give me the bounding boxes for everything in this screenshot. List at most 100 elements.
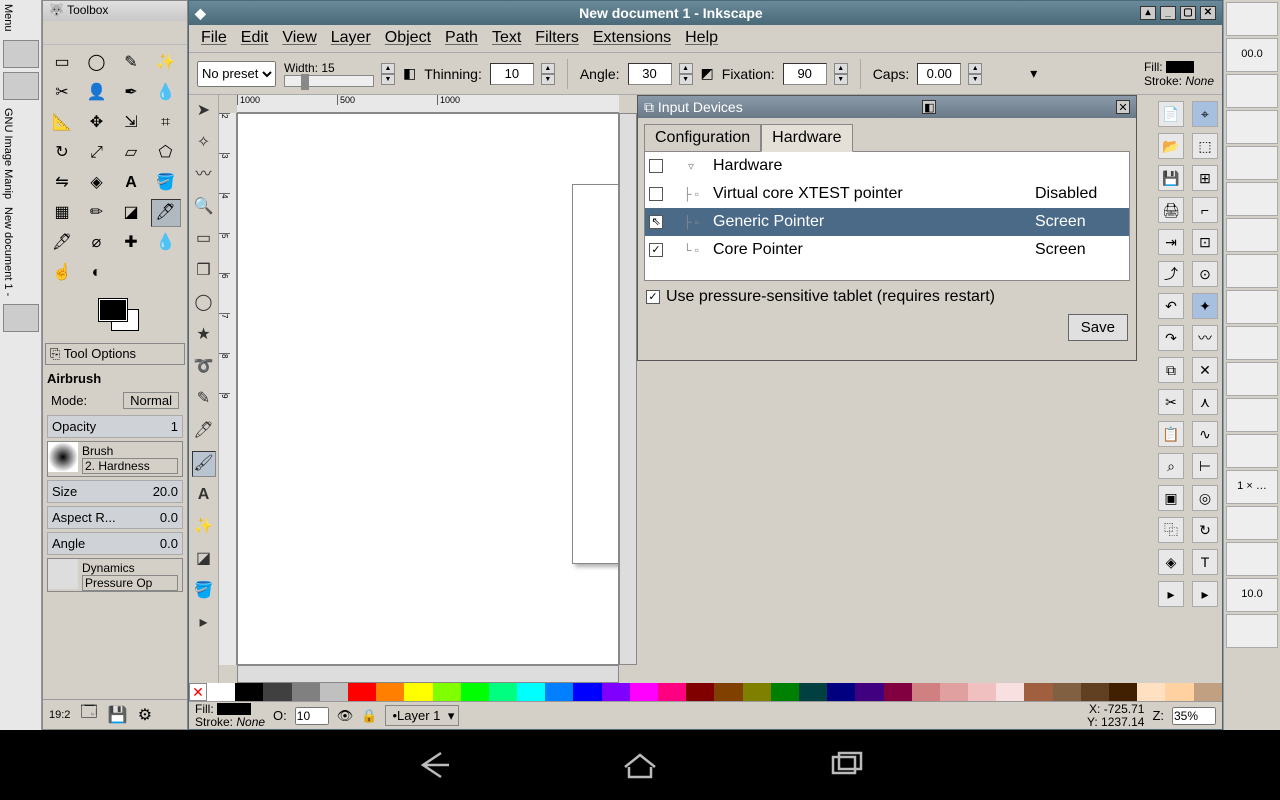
export-icon[interactable]: ⤴ — [1158, 261, 1184, 287]
snap-bbox-icon[interactable]: ⬚ — [1192, 133, 1218, 159]
rotate-tool[interactable]: ↻ — [47, 139, 77, 167]
shade-button[interactable]: ▴ — [1140, 6, 1156, 20]
snap-corner-icon[interactable]: ⌐ — [1192, 197, 1218, 223]
cage-tool[interactable]: ◈ — [82, 169, 112, 197]
spin-up-icon[interactable]: ▲ — [541, 63, 555, 74]
inkscape-titlebar[interactable]: ◆ New document 1 - Inkscape ▴ _ ▢ ✕ — [189, 1, 1222, 25]
calligraphy-tool[interactable]: 🖌 — [192, 451, 216, 477]
text-tool[interactable]: A — [192, 483, 216, 509]
expand-icon[interactable]: ▿ — [669, 159, 713, 173]
snap-smooth-icon[interactable]: ∿ — [1192, 421, 1218, 447]
close-button[interactable]: ✕ — [1200, 6, 1216, 20]
dock-cell[interactable] — [1226, 74, 1278, 108]
smudge-tool[interactable]: ☝ — [47, 259, 77, 287]
device-row-selected[interactable]: ⇖ ├ ▫ Generic Pointer Screen — [645, 208, 1129, 236]
thinning-input[interactable] — [490, 63, 534, 85]
mode-value[interactable]: Normal — [123, 392, 179, 409]
rect-tool[interactable]: ▭ — [192, 227, 216, 253]
canvas[interactable] — [237, 113, 619, 665]
angle-value[interactable] — [132, 536, 178, 551]
cut-icon[interactable]: ✂ — [1158, 389, 1184, 415]
undo-icon[interactable]: ↶ — [1158, 293, 1184, 319]
scroll-icon[interactable]: ▸ — [1158, 581, 1184, 607]
dock-cell[interactable] — [1226, 362, 1278, 396]
selector-tool[interactable]: ➤ — [192, 99, 216, 125]
dialog-titlebar[interactable]: ⧉ Input Devices ◧ ✕ — [638, 96, 1136, 118]
dock-cell[interactable] — [1226, 110, 1278, 144]
spiral-tool[interactable]: ➰ — [192, 355, 216, 381]
foreground-select-tool[interactable]: 👤 — [82, 79, 112, 107]
duplicate-icon[interactable]: ⿻ — [1158, 517, 1184, 543]
dock-cell[interactable] — [1226, 506, 1278, 540]
color-palette[interactable]: ✕ — [189, 683, 1222, 701]
spin-up-icon[interactable]: ▲ — [834, 63, 848, 74]
palette-swatch[interactable] — [404, 683, 432, 701]
tweak-tool[interactable]: 〰 — [192, 163, 216, 189]
toolbar-overflow-icon[interactable]: ▾ — [1030, 65, 1037, 82]
palette-swatch[interactable] — [1081, 683, 1109, 701]
menu-path[interactable]: Path — [445, 29, 478, 48]
dock-cell[interactable] — [1226, 182, 1278, 216]
mode-row[interactable]: Mode: Normal — [47, 389, 183, 412]
fuzzy-select-tool[interactable]: ✨ — [151, 49, 181, 77]
snap-mid-icon[interactable]: ⊡ — [1192, 229, 1218, 255]
open-icon[interactable]: 📂 — [1158, 133, 1184, 159]
pencil-tool[interactable]: ✎ — [192, 387, 216, 413]
minimize-button[interactable]: _ — [1160, 6, 1176, 20]
crop-tool[interactable]: ⌗ — [151, 109, 181, 137]
lock-icon[interactable]: 🔒 — [361, 708, 377, 724]
opacity-input[interactable] — [295, 707, 329, 725]
side-thumb[interactable] — [3, 304, 39, 332]
pressure-checkbox-row[interactable]: ✓ Use pressure-sensitive tablet (require… — [638, 282, 1136, 312]
scroll-icon[interactable]: ▸ — [1192, 581, 1218, 607]
perspective-tool[interactable]: ⬠ — [151, 139, 181, 167]
aspect-row[interactable]: Aspect R... — [47, 506, 183, 529]
dock-cell[interactable] — [1226, 146, 1278, 180]
palette-swatch[interactable] — [573, 683, 601, 701]
fixation-input[interactable] — [783, 63, 827, 85]
palette-swatch[interactable] — [489, 683, 517, 701]
snap-center-icon[interactable]: ⊙ — [1192, 261, 1218, 287]
spin-down-icon[interactable]: ▼ — [968, 74, 982, 85]
dock-cell[interactable] — [1226, 542, 1278, 576]
measure-tool[interactable]: 📐 — [47, 109, 77, 137]
tab-hardware[interactable]: Hardware — [761, 124, 852, 152]
palette-swatch[interactable] — [912, 683, 940, 701]
menu-layer[interactable]: Layer — [331, 29, 371, 48]
snap-intersect-icon[interactable]: ✕ — [1192, 357, 1218, 383]
opacity-value[interactable] — [132, 419, 178, 434]
dock-cell[interactable]: 1 × … — [1226, 470, 1278, 504]
caps-input[interactable] — [917, 63, 961, 85]
gimp-tray-icon[interactable]: ⚙ — [138, 705, 152, 725]
fill-swatch[interactable] — [1166, 61, 1194, 73]
bucket-tool[interactable]: 🪣 — [192, 579, 216, 605]
palette-swatch[interactable] — [1024, 683, 1052, 701]
width-slider[interactable] — [284, 75, 374, 87]
dock-cell[interactable]: 00.0 — [1226, 38, 1278, 72]
palette-swatch[interactable] — [658, 683, 686, 701]
clone-icon[interactable]: ◈ — [1158, 549, 1184, 575]
palette-swatch[interactable] — [292, 683, 320, 701]
menu-file[interactable]: File — [201, 29, 227, 48]
checkbox[interactable]: ✓ — [649, 243, 663, 257]
gimp-tray-icon[interactable]: 🗔 — [80, 701, 97, 728]
zoom-page-icon[interactable]: ▣ — [1158, 485, 1184, 511]
size-row[interactable]: Size — [47, 480, 183, 503]
palette-swatch[interactable] — [940, 683, 968, 701]
snap-cusp-icon[interactable]: ⋏ — [1192, 389, 1218, 415]
blend-tool[interactable]: ▦ — [47, 199, 77, 227]
dialog-dock-icon[interactable]: ◧ — [922, 100, 936, 114]
scrollbar-vertical[interactable] — [619, 113, 637, 665]
palette-swatch[interactable] — [1053, 683, 1081, 701]
eraser-tool[interactable]: ◪ — [192, 547, 216, 573]
zoom-input[interactable] — [1172, 707, 1216, 725]
dock-cell[interactable] — [1226, 290, 1278, 324]
spin-down-icon[interactable]: ▼ — [834, 74, 848, 85]
ellipse-select-tool[interactable]: ◯ — [82, 49, 112, 77]
pressure-toggle-icon[interactable]: ◧ — [403, 65, 416, 82]
print-icon[interactable]: 🖨 — [1158, 197, 1184, 223]
palette-swatch[interactable] — [1194, 683, 1222, 701]
palette-swatch[interactable] — [743, 683, 771, 701]
snap-toggle-icon[interactable]: ⌖ — [1192, 101, 1218, 127]
palette-swatch[interactable] — [376, 683, 404, 701]
